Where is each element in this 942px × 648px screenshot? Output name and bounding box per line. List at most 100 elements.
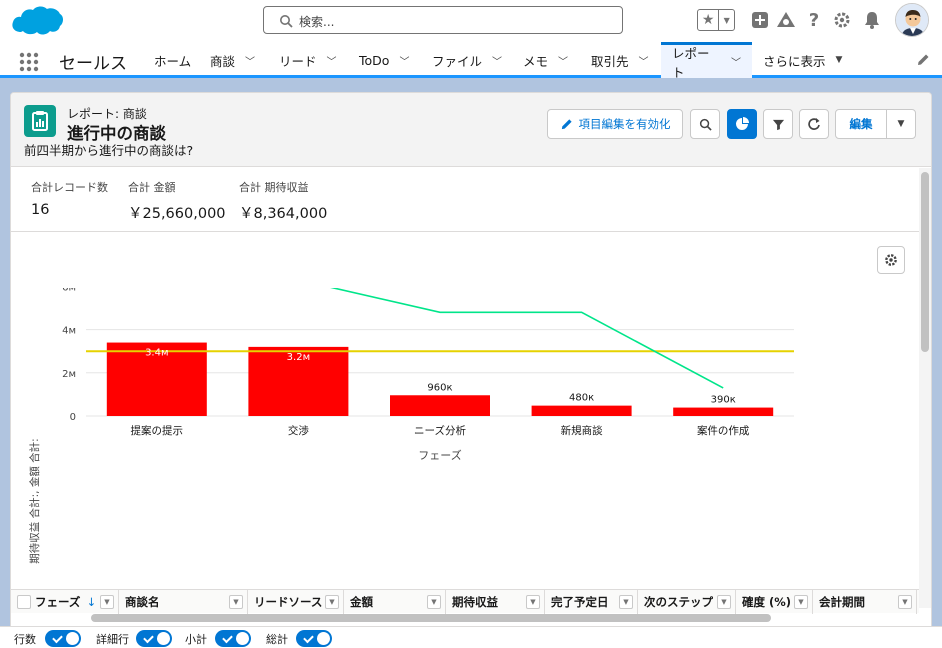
chart-settings-button[interactable] xyxy=(877,246,905,274)
column-header-phase[interactable]: フェーズ ↓ ▼ xyxy=(11,590,119,614)
nav-item-opportunities[interactable]: 商談 ﹀ xyxy=(199,42,266,78)
report-icon xyxy=(24,105,56,137)
x-tick-label: 案件の作成 xyxy=(697,424,750,437)
chevron-down-icon[interactable]: ﹀ xyxy=(731,54,741,69)
filter-button[interactable] xyxy=(763,109,793,139)
search-placeholder: 検索... xyxy=(299,15,335,29)
chevron-down-icon[interactable]: ﹀ xyxy=(639,53,649,68)
column-label: 確度 (%) xyxy=(742,595,792,609)
row-counts-toggle[interactable] xyxy=(45,630,81,647)
nav-item-label: メモ xyxy=(523,53,549,69)
help-icon[interactable]: ? xyxy=(804,10,824,31)
column-menu-button[interactable]: ▼ xyxy=(427,595,441,609)
bar-data-label: 390к xyxy=(711,395,736,406)
gear-icon xyxy=(885,254,897,266)
global-header: 検索... ★ ▼ ? xyxy=(0,0,942,42)
bar-data-label: 3.2м xyxy=(287,352,310,363)
nav-item-reports[interactable]: レポート ﹀ xyxy=(661,42,752,80)
nav-item-files[interactable]: ファイル ﹀ xyxy=(421,42,513,78)
column-menu-button[interactable]: ▼ xyxy=(325,595,339,609)
bar-data-label: 3.4м xyxy=(145,348,168,359)
x-tick-label: 新規商談 xyxy=(561,424,603,437)
column-menu-button[interactable]: ▼ xyxy=(717,595,731,609)
summary-value: 16 xyxy=(31,202,50,218)
user-avatar[interactable] xyxy=(895,3,929,37)
subtotals-toggle[interactable] xyxy=(215,630,251,647)
x-tick-label: 交渉 xyxy=(288,424,309,437)
horizontal-scrollbar[interactable] xyxy=(91,614,771,622)
chevron-down-icon[interactable]: ﹀ xyxy=(558,53,568,68)
nav-item-todo[interactable]: ToDo ﹀ xyxy=(348,42,420,78)
column-header-amount[interactable]: 金額 ▼ xyxy=(344,590,446,614)
column-header-fiscal-period[interactable]: 会計期間 ▼ xyxy=(813,590,917,614)
refresh-icon xyxy=(808,118,820,130)
vertical-scrollbar[interactable] xyxy=(919,168,931,608)
y-tick-label: 2м xyxy=(62,369,76,380)
column-header-expected-revenue[interactable]: 期待収益 ▼ xyxy=(446,590,545,614)
y-tick-label: 6м xyxy=(62,288,76,293)
nav-item-home[interactable]: ホーム xyxy=(143,42,202,78)
button-label: 編集 xyxy=(849,117,873,131)
detail-rows-toggle[interactable] xyxy=(136,630,172,647)
chevron-down-icon[interactable]: ﹀ xyxy=(245,53,255,68)
favorites-button[interactable]: ★ ▼ xyxy=(697,9,735,31)
column-menu-button[interactable]: ▼ xyxy=(229,595,243,609)
column-header-probability[interactable]: 確度 (%) ▼ xyxy=(736,590,813,614)
sort-arrow-icon[interactable]: ↓ xyxy=(86,595,96,609)
app-navigation-bar: セールス ホーム 商談 ﹀ リード ﹀ ToDo ﹀ ファイル ﹀ メモ ﹀ 取… xyxy=(0,42,942,80)
nav-item-notes[interactable]: メモ ﹀ xyxy=(512,42,579,78)
grand-total-toggle[interactable] xyxy=(296,630,332,647)
star-icon[interactable]: ★ xyxy=(698,10,720,30)
report-page: レポート: 商談 進行中の商談 前四半期から進行中の商談は? 項目編集を有効化 … xyxy=(10,92,932,648)
column-header-close-date[interactable]: 完了予定日 ▼ xyxy=(545,590,638,614)
toggle-chart-button[interactable] xyxy=(727,109,757,139)
filter-icon xyxy=(772,119,784,130)
column-header-next-step[interactable]: 次のステップ ▼ xyxy=(638,590,736,614)
search-icon xyxy=(699,118,712,131)
bar xyxy=(390,395,490,416)
more-actions-button[interactable]: ▼ xyxy=(886,109,916,139)
summary-label: 合計 期待収益 xyxy=(239,181,309,194)
notifications-bell-icon[interactable] xyxy=(862,10,882,30)
button-label: 項目編集を有効化 xyxy=(578,117,671,131)
search-icon xyxy=(280,15,293,28)
setup-gear-icon[interactable] xyxy=(832,10,852,30)
salesforce-logo-icon[interactable] xyxy=(10,4,64,38)
column-label: 期待収益 xyxy=(452,595,498,609)
summary-value: ￥25,660,000 xyxy=(128,206,226,222)
search-report-button[interactable] xyxy=(690,109,720,139)
column-menu-button[interactable]: ▼ xyxy=(100,595,114,609)
bar-data-label: 480к xyxy=(569,393,594,404)
trailhead-icon[interactable] xyxy=(776,10,796,30)
chevron-down-icon[interactable]: ﹀ xyxy=(327,53,337,68)
global-actions-add-icon[interactable] xyxy=(750,10,770,30)
summary-value: ￥8,364,000 xyxy=(239,206,328,222)
app-launcher-waffle-icon[interactable] xyxy=(19,52,39,72)
column-label: フェーズ xyxy=(35,595,81,609)
y-tick-label: 0 xyxy=(70,412,76,423)
column-header-opportunity-name[interactable]: 商談名 ▼ xyxy=(119,590,248,614)
column-menu-button[interactable]: ▼ xyxy=(794,595,808,609)
refresh-button[interactable] xyxy=(799,109,829,139)
column-menu-button[interactable]: ▼ xyxy=(898,595,912,609)
global-search[interactable]: 検索... xyxy=(263,6,623,34)
column-menu-button[interactable]: ▼ xyxy=(619,595,633,609)
caret-down-icon[interactable]: ▼ xyxy=(836,55,843,65)
select-all-checkbox[interactable] xyxy=(17,595,31,609)
chevron-down-icon[interactable]: ﹀ xyxy=(399,53,409,68)
chevron-down-icon[interactable]: ﹀ xyxy=(492,53,502,68)
toggle-label-detail-rows: 詳細行 xyxy=(96,633,129,646)
y-tick-label: 4м xyxy=(62,326,76,337)
edit-nav-pencil-icon[interactable] xyxy=(916,53,930,67)
nav-item-more[interactable]: さらに表示 ▼ xyxy=(753,42,852,78)
summary-label: 合計 金額 xyxy=(128,181,176,194)
column-header-lead-source[interactable]: リードソース ▼ xyxy=(248,590,344,614)
chevron-down-icon[interactable]: ▼ xyxy=(719,10,734,30)
edit-report-button[interactable]: 編集 xyxy=(835,109,887,139)
y-axis-title: 期待収益 合計:, 金額 合計: xyxy=(28,438,41,563)
nav-item-leads[interactable]: リード ﹀ xyxy=(268,42,348,78)
enable-field-editing-button[interactable]: 項目編集を有効化 xyxy=(547,109,683,139)
column-label: 会計期間 xyxy=(819,595,865,609)
column-menu-button[interactable]: ▼ xyxy=(526,595,540,609)
nav-item-accounts[interactable]: 取引先 ﹀ xyxy=(580,42,660,78)
